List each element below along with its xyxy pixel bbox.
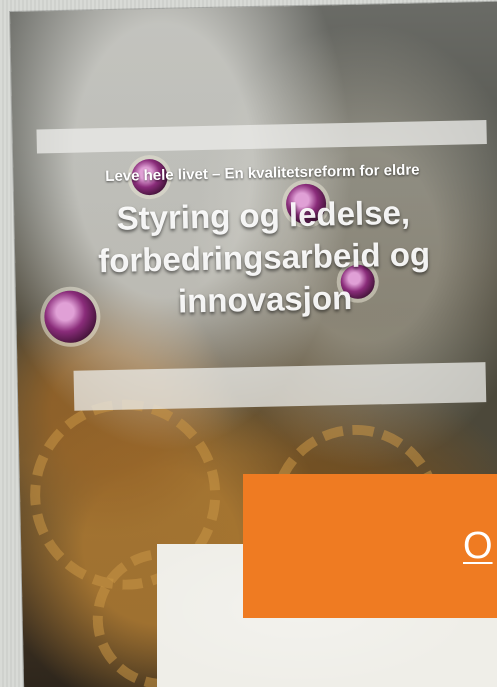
cover-lower-strip bbox=[73, 362, 487, 411]
cta-block[interactable]: O bbox=[243, 474, 497, 618]
cover-top-strip bbox=[36, 120, 487, 154]
cover-subtitle: Leve hele livet – En kvalitetsreform for… bbox=[105, 161, 420, 186]
cta-link[interactable]: O bbox=[463, 525, 493, 568]
cover-title: Styring og ledelse, forbedringsarbeid og… bbox=[38, 190, 491, 325]
page-stage: Leve hele livet – En kvalitetsreform for… bbox=[0, 0, 497, 687]
